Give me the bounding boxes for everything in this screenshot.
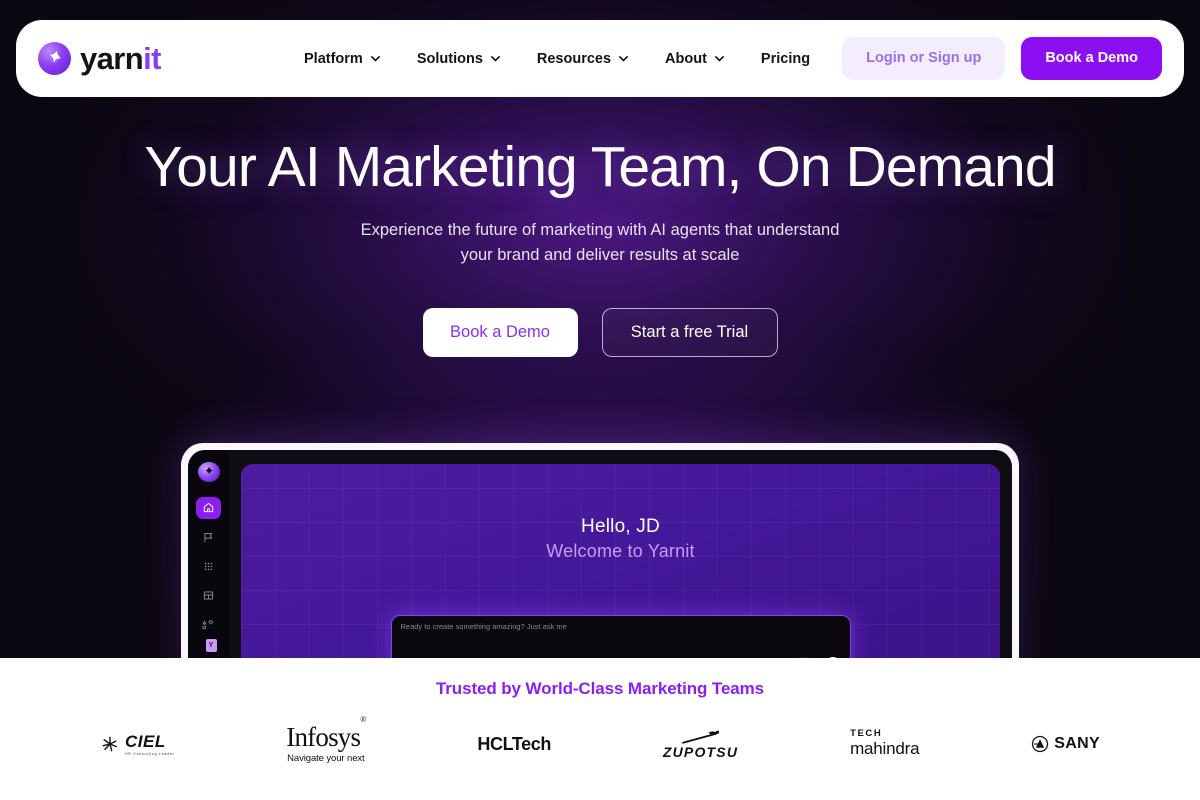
hero-subheadline-line2: your brand and deliver results at scale <box>460 246 740 265</box>
client-logo-hcltech: HCLTech <box>477 721 551 767</box>
trusted-by-title: Trusted by World-Class Marketing Teams <box>435 679 765 698</box>
yarnit-logo-icon <box>197 462 220 482</box>
techmahindra-name-bottom: mahindra <box>850 738 920 758</box>
grid-dots-icon <box>204 562 213 571</box>
nav-item-label: Platform <box>304 50 363 67</box>
zupotsu-runner-icon <box>681 730 719 744</box>
greeting-welcome: Welcome to Yarnit <box>546 541 695 561</box>
brand-wordmark: yarnit <box>80 43 161 74</box>
yarnit-logo-icon <box>38 42 71 75</box>
nav-item-label: Resources <box>536 50 612 67</box>
hero-cta-row: Book a Demo Start a free Trial <box>0 307 1200 357</box>
sidebar-item-create[interactable] <box>196 526 221 548</box>
app-screen: Y Hello, JD Welcome to Yarnit Ready to c… <box>188 450 1012 693</box>
brand-logo[interactable]: yarnit <box>38 42 256 75</box>
brand-word-accent: it <box>143 41 161 76</box>
nav-item-label: Solutions <box>416 50 483 67</box>
nav-item-label: Pricing <box>760 50 811 67</box>
nav-item-resources[interactable]: Resources <box>519 43 647 75</box>
brand-badge-y[interactable]: Y <box>199 634 224 656</box>
ciel-tagline: HR Consulting Leader <box>125 751 175 756</box>
nav-actions: Login or Sign up Book a Demo <box>842 37 1162 80</box>
client-logo-sany: SANY <box>1031 721 1100 767</box>
hero-headline: Your AI Marketing Team, On Demand <box>144 135 1056 199</box>
sany-emblem-icon <box>1032 735 1049 753</box>
chevron-down-icon <box>490 56 500 62</box>
app-greeting: Hello, JD Welcome to Yarnit <box>241 516 1000 562</box>
login-signup-button[interactable]: Login or Sign up <box>842 37 1006 80</box>
hero-subheadline: Experience the future of marketing with … <box>0 218 1200 269</box>
greeting-user: Hello, JD <box>581 516 660 537</box>
chevron-down-icon <box>714 56 724 62</box>
infosys-name: Infosys® <box>286 716 366 752</box>
app-main: Hello, JD Welcome to Yarnit Ready to cre… <box>229 450 1012 693</box>
chevron-down-icon <box>370 56 380 62</box>
home-icon <box>203 503 214 513</box>
nav-item-about[interactable]: About <box>647 43 743 75</box>
client-logo-ciel: CIEL HR Consulting Leader <box>100 721 174 767</box>
client-logo-zupotsu: ZUPOTSU <box>663 721 738 767</box>
chevron-down-icon <box>619 56 629 62</box>
sany-name: SANY <box>1054 735 1100 752</box>
infosys-wordmark: Infosys <box>286 722 361 752</box>
sidebar-item-home[interactable] <box>196 496 221 519</box>
trusted-by-section: Trusted by World-Class Marketing Teams C… <box>0 658 1200 800</box>
sidebar-item-layout[interactable] <box>196 585 221 607</box>
ciel-name: CIEL <box>125 731 166 751</box>
layout-icon <box>203 591 214 600</box>
laptop-mockup: Y Hello, JD Welcome to Yarnit Ready to c… <box>181 443 1019 693</box>
sidebar-item-brand[interactable] <box>196 614 221 636</box>
shapes-icon <box>202 620 214 629</box>
book-demo-nav-button[interactable]: Book a Demo <box>1021 37 1162 80</box>
nav-item-solutions[interactable]: Solutions <box>399 43 519 75</box>
flag-edit-icon <box>204 532 213 542</box>
client-logo-row: CIEL HR Consulting Leader Infosys® Navig… <box>100 716 1100 767</box>
nav-links: Platform Solutions Resources About Prici… <box>256 43 842 75</box>
app-sidebar: Y <box>188 450 229 693</box>
hero-subheadline-line1: Experience the future of marketing with … <box>360 220 840 239</box>
nav-item-pricing[interactable]: Pricing <box>743 43 828 75</box>
infosys-tagline: Navigate your next <box>287 753 365 764</box>
registered-mark: ® <box>360 715 366 724</box>
ciel-starburst-icon <box>102 736 117 752</box>
start-free-trial-button[interactable]: Start a free Trial <box>601 307 778 357</box>
sidebar-item-apps[interactable] <box>196 555 221 577</box>
client-logo-infosys: Infosys® Navigate your next <box>286 716 366 767</box>
client-logo-techmahindra: TECH mahindra <box>850 721 919 767</box>
nav-item-platform[interactable]: Platform <box>286 43 399 75</box>
navbar: yarnit Platform Solutions Resources Abou… <box>16 20 1184 97</box>
hcltech-name: HCLTech <box>477 733 551 754</box>
brand-word-primary: yarn <box>80 41 144 76</box>
book-demo-hero-button[interactable]: Book a Demo <box>422 307 578 357</box>
nav-item-label: About <box>665 50 707 67</box>
chat-input-placeholder[interactable]: Ready to create something amazing? Just … <box>401 623 841 631</box>
zupotsu-name: ZUPOTSU <box>662 743 739 760</box>
badge-letter-y: Y <box>205 638 217 652</box>
